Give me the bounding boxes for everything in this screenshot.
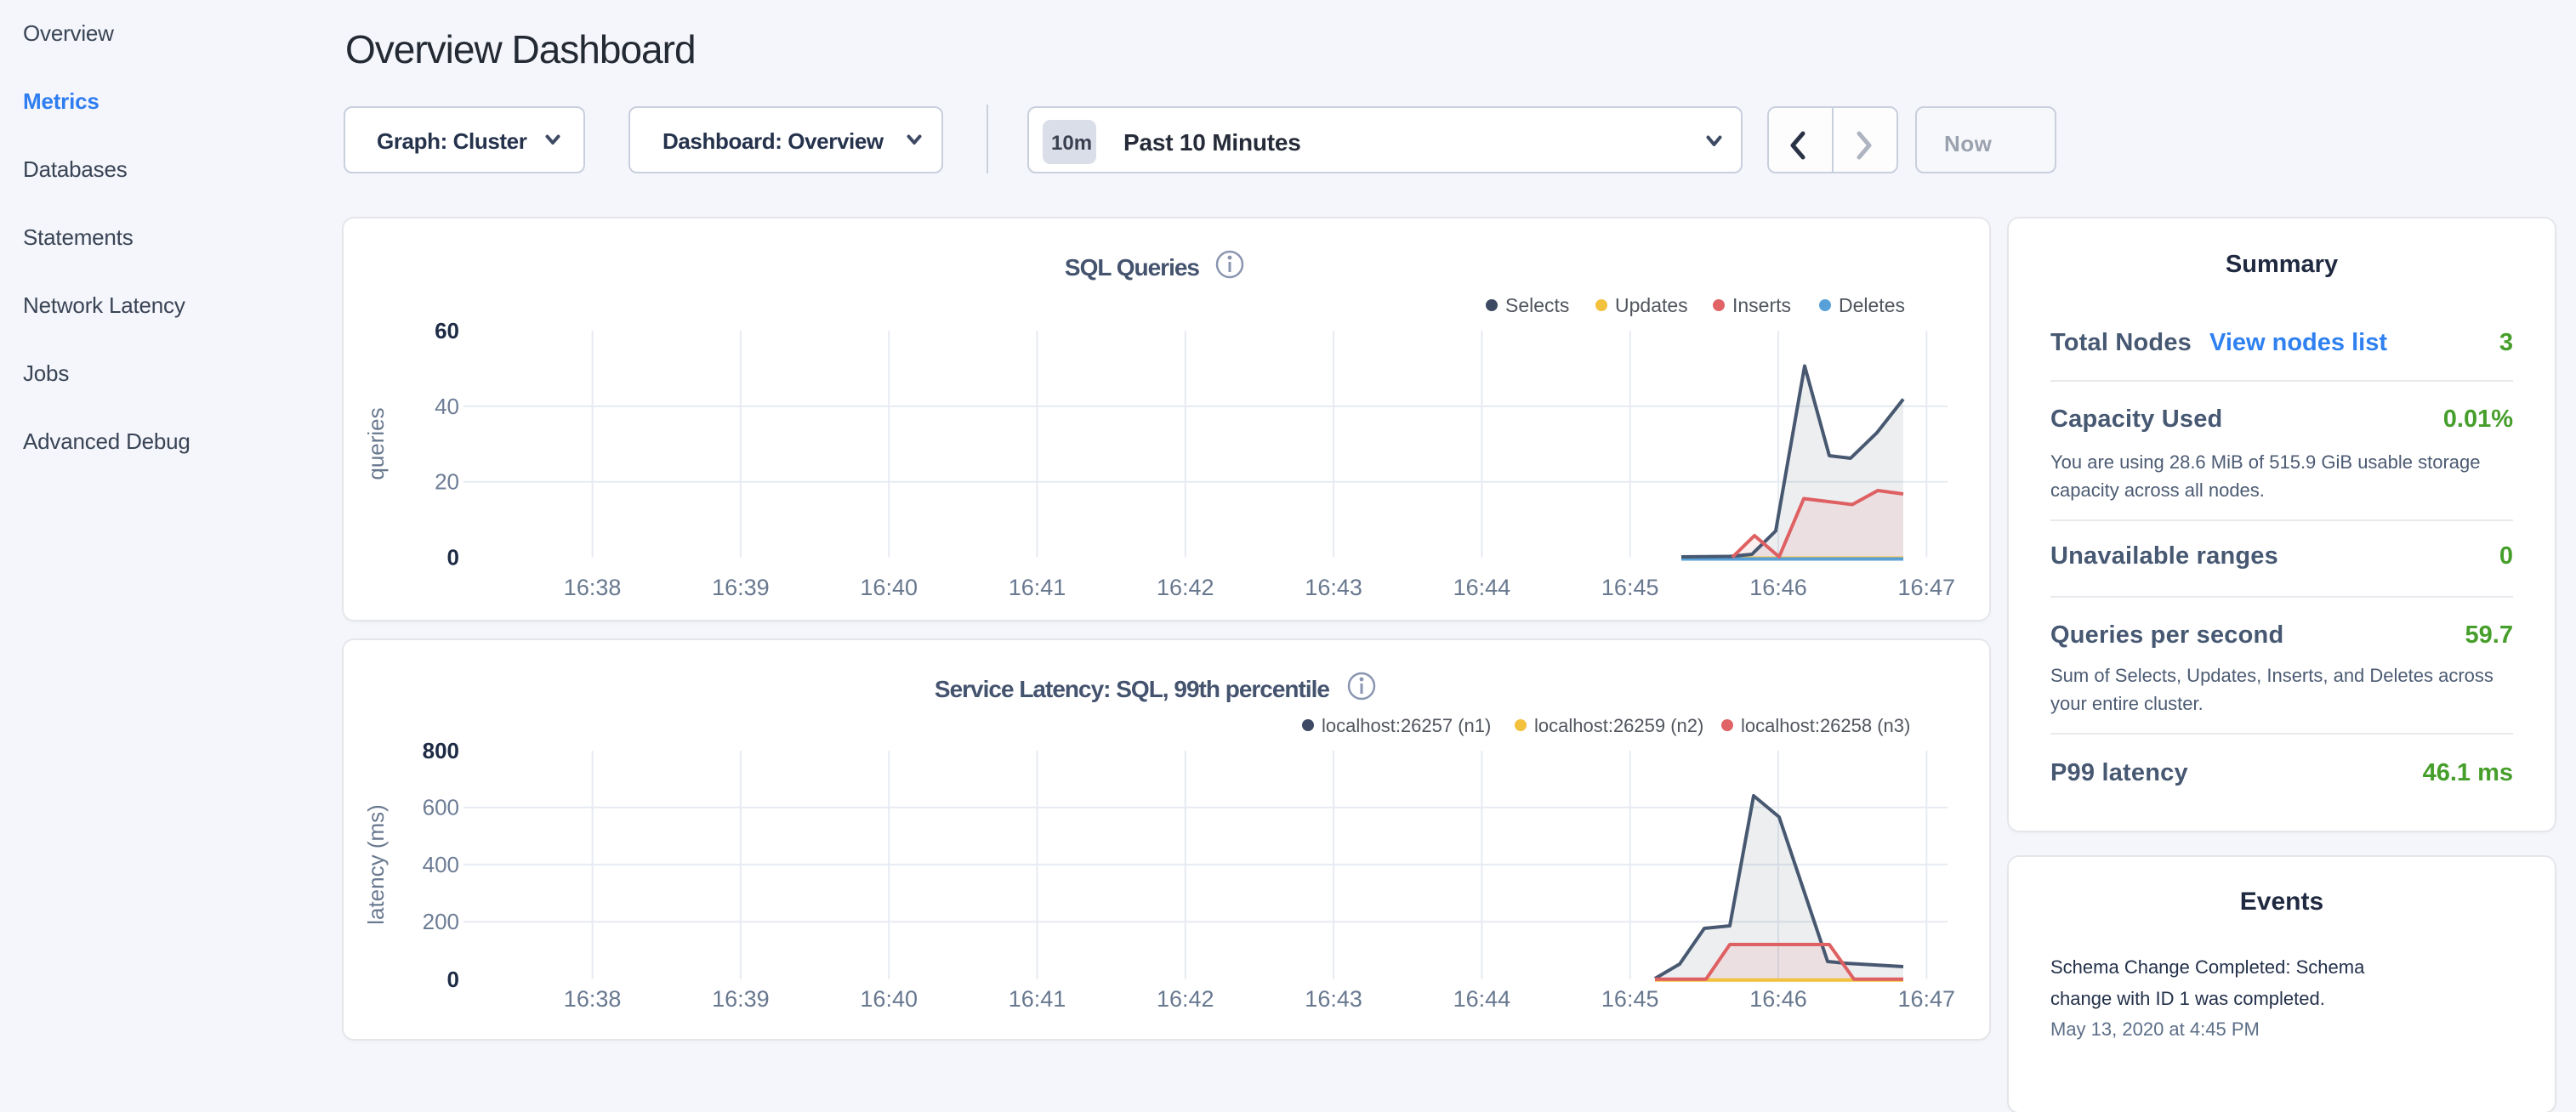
svg-text:16:47: 16:47 — [1898, 575, 1956, 600]
svg-text:16:42: 16:42 — [1157, 986, 1214, 1012]
svg-text:16:44: 16:44 — [1453, 986, 1511, 1012]
svg-text:Inserts: Inserts — [1732, 294, 1791, 316]
svg-text:16:41: 16:41 — [1009, 575, 1066, 600]
svg-text:Selects: Selects — [1505, 294, 1569, 316]
svg-text:16:42: 16:42 — [1157, 575, 1214, 600]
svg-text:16:39: 16:39 — [712, 986, 770, 1012]
svg-text:20: 20 — [435, 469, 459, 495]
svg-text:16:38: 16:38 — [564, 986, 622, 1012]
svg-text:16:41: 16:41 — [1009, 986, 1066, 1012]
svg-text:16:46: 16:46 — [1749, 575, 1807, 600]
svg-text:800: 800 — [423, 738, 459, 763]
svg-text:0: 0 — [447, 545, 459, 570]
svg-text:16:40: 16:40 — [860, 575, 918, 600]
svg-text:localhost:26259 (n2): localhost:26259 (n2) — [1534, 715, 1703, 736]
svg-text:Service Latency: SQL, 99th per: Service Latency: SQL, 99th percentile — [935, 676, 1330, 702]
svg-text:16:38: 16:38 — [564, 575, 622, 600]
svg-text:16:46: 16:46 — [1749, 986, 1807, 1012]
svg-text:600: 600 — [423, 795, 459, 820]
svg-text:40: 40 — [435, 394, 459, 419]
svg-text:16:43: 16:43 — [1305, 986, 1362, 1012]
svg-text:localhost:26257 (n1): localhost:26257 (n1) — [1322, 715, 1491, 736]
svg-text:60: 60 — [435, 318, 459, 343]
svg-text:400: 400 — [423, 852, 459, 877]
svg-text:16:43: 16:43 — [1305, 575, 1362, 600]
svg-text:queries: queries — [363, 407, 389, 479]
svg-text:16:40: 16:40 — [860, 986, 918, 1012]
svg-text:Updates: Updates — [1615, 294, 1688, 316]
svg-text:Deletes: Deletes — [1839, 294, 1905, 316]
svg-text:0: 0 — [447, 967, 459, 992]
svg-text:200: 200 — [423, 909, 459, 934]
svg-text:latency (ms): latency (ms) — [363, 804, 389, 925]
svg-text:SQL Queries: SQL Queries — [1065, 254, 1200, 281]
svg-text:16:39: 16:39 — [712, 575, 770, 600]
svg-text:16:45: 16:45 — [1601, 986, 1659, 1012]
svg-text:localhost:26258 (n3): localhost:26258 (n3) — [1741, 715, 1910, 736]
svg-text:16:47: 16:47 — [1898, 986, 1956, 1012]
svg-text:16:44: 16:44 — [1453, 575, 1511, 600]
svg-text:16:45: 16:45 — [1601, 575, 1659, 600]
